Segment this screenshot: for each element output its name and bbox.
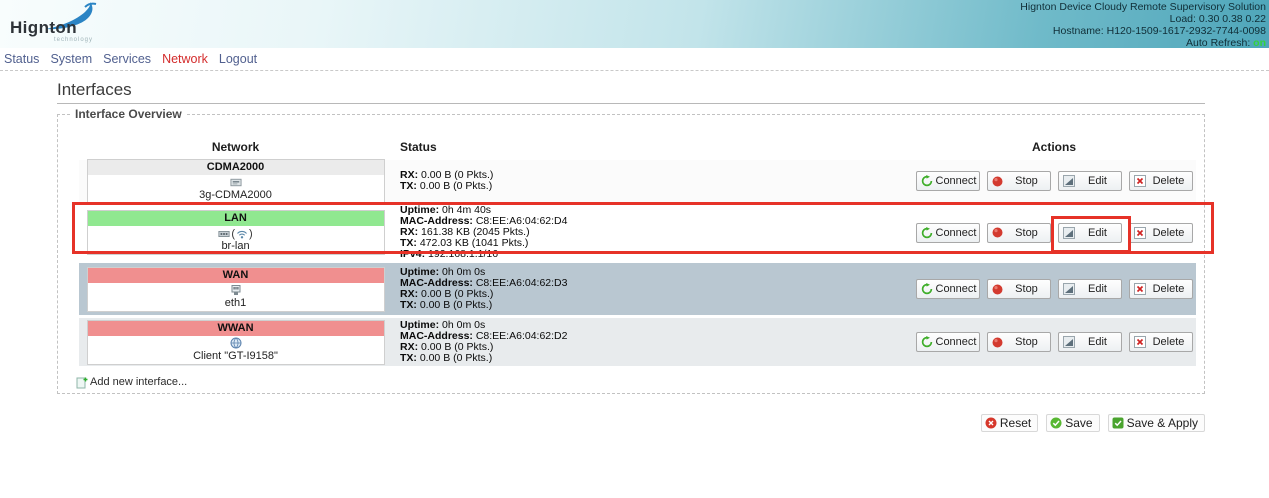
ethernet-port-icon bbox=[230, 284, 242, 296]
edit-button[interactable]: Edit bbox=[1058, 332, 1122, 352]
connect-icon bbox=[921, 336, 933, 348]
column-header-network: Network bbox=[79, 140, 392, 154]
wifi-icon bbox=[236, 228, 248, 240]
connect-button[interactable]: Connect bbox=[916, 223, 980, 243]
status-cell: Uptime: 0h 4m 40s MAC-Address: C8:EE:A6:… bbox=[392, 205, 912, 260]
network-badge: LAN bbox=[88, 211, 384, 226]
network-badge: CDMA2000 bbox=[88, 160, 384, 175]
table-row: WWAN Client "GT-I9158" bbox=[79, 318, 392, 366]
save-apply-button[interactable]: Save & Apply bbox=[1108, 414, 1205, 432]
modem-icon bbox=[230, 176, 242, 188]
stop-icon bbox=[992, 175, 1004, 187]
edit-button[interactable]: Edit bbox=[1058, 223, 1122, 243]
delete-icon bbox=[1134, 283, 1146, 295]
main-nav: Status System Services Network Logout bbox=[0, 48, 1269, 71]
connect-icon bbox=[921, 227, 933, 239]
switch-icon bbox=[218, 228, 230, 240]
edit-button[interactable]: Edit bbox=[1058, 279, 1122, 299]
stop-button[interactable]: Stop bbox=[987, 332, 1051, 352]
network-badge: WWAN bbox=[88, 321, 384, 336]
network-box-wwan: WWAN Client "GT-I9158" bbox=[87, 320, 385, 365]
paren-close: ) bbox=[249, 228, 253, 240]
status-cell: Uptime: 0h 0m 0s MAC-Address: C8:EE:A6:0… bbox=[392, 318, 912, 366]
edit-icon bbox=[1063, 336, 1075, 348]
nav-item-network[interactable]: Network bbox=[162, 52, 208, 66]
status-cell: Uptime: 0h 0m 0s MAC-Address: C8:EE:A6:0… bbox=[392, 263, 912, 315]
reset-button[interactable]: Reset bbox=[981, 414, 1038, 432]
nav-item-system[interactable]: System bbox=[50, 52, 92, 66]
actions-cell: Connect Stop Edit Delete bbox=[912, 263, 1196, 315]
stop-button[interactable]: Stop bbox=[987, 223, 1051, 243]
save-button[interactable]: Save bbox=[1046, 414, 1099, 432]
nav-item-services[interactable]: Services bbox=[103, 52, 151, 66]
delete-button[interactable]: Delete bbox=[1129, 279, 1193, 299]
delete-icon bbox=[1134, 227, 1146, 239]
hostname: Hostname: H120-1509-1617-2932-7744-0098 bbox=[1020, 25, 1266, 37]
add-interface-link[interactable]: Add new interface... bbox=[76, 376, 187, 388]
stop-icon bbox=[992, 227, 1004, 239]
logo: Hignton technology bbox=[10, 2, 120, 48]
interface-name: Client "GT-I9158" bbox=[88, 350, 384, 364]
solution-title: Hignton Device Cloudy Remote Supervisory… bbox=[1020, 1, 1266, 13]
nav-item-status[interactable]: Status bbox=[4, 52, 39, 66]
interface-name: eth1 bbox=[88, 297, 384, 311]
interfaces-table: Network Status Actions CDMA2000 3g-CDMA2… bbox=[79, 137, 1196, 366]
logo-text: Hignton bbox=[10, 18, 77, 38]
edit-button[interactable]: Edit bbox=[1058, 171, 1122, 191]
edit-icon bbox=[1063, 283, 1075, 295]
logo-tagline: technology bbox=[54, 37, 93, 43]
interface-name: 3g-CDMA2000 bbox=[88, 189, 384, 203]
connect-button[interactable]: Connect bbox=[916, 171, 980, 191]
save-apply-icon bbox=[1112, 417, 1124, 429]
header-banner: Hignton technology Hignton Device Cloudy… bbox=[0, 0, 1269, 48]
connect-icon bbox=[921, 175, 933, 187]
wireless-client-icon bbox=[230, 337, 242, 349]
delete-button[interactable]: Delete bbox=[1129, 223, 1193, 243]
network-badge: WAN bbox=[88, 268, 384, 283]
load-average: Load: 0.30 0.38 0.22 bbox=[1020, 13, 1266, 25]
delete-icon bbox=[1134, 175, 1146, 187]
add-interface-icon bbox=[76, 376, 88, 388]
table-row: WAN eth1 bbox=[79, 263, 392, 315]
column-header-status: Status bbox=[392, 140, 912, 154]
connect-button[interactable]: Connect bbox=[916, 279, 980, 299]
actions-cell: Connect Stop Edit Delete bbox=[912, 205, 1196, 260]
page: Hignton technology Hignton Device Cloudy… bbox=[0, 0, 1269, 498]
connect-icon bbox=[921, 283, 933, 295]
interface-name: br-lan bbox=[88, 240, 384, 254]
stop-button[interactable]: Stop bbox=[987, 171, 1051, 191]
network-box-lan: LAN ( ) br-lan bbox=[87, 210, 385, 255]
status-cell: RX: 0.00 B (0 Pkts.) TX: 0.00 B (0 Pkts.… bbox=[392, 160, 912, 202]
stop-icon bbox=[992, 283, 1004, 295]
paren-open: ( bbox=[231, 228, 235, 240]
network-box-cdma2000: CDMA2000 3g-CDMA2000 bbox=[87, 159, 385, 204]
delete-button[interactable]: Delete bbox=[1129, 171, 1193, 191]
page-title: Interfaces bbox=[57, 80, 132, 100]
interface-overview-section: Interface Overview Network Status Action… bbox=[57, 114, 1205, 394]
actions-cell: Connect Stop Edit Delete bbox=[912, 160, 1196, 202]
stop-icon bbox=[992, 336, 1004, 348]
delete-button[interactable]: Delete bbox=[1129, 332, 1193, 352]
network-box-wan: WAN eth1 bbox=[87, 267, 385, 312]
save-icon bbox=[1050, 417, 1062, 429]
delete-icon bbox=[1134, 336, 1146, 348]
title-divider bbox=[57, 103, 1205, 104]
actions-cell: Connect Stop Edit Delete bbox=[912, 318, 1196, 366]
header-info: Hignton Device Cloudy Remote Supervisory… bbox=[1020, 1, 1266, 49]
section-legend: Interface Overview bbox=[70, 107, 187, 121]
edit-icon bbox=[1063, 227, 1075, 239]
reset-icon bbox=[985, 417, 997, 429]
stop-button[interactable]: Stop bbox=[987, 279, 1051, 299]
table-row: CDMA2000 3g-CDMA2000 bbox=[79, 160, 392, 202]
edit-icon bbox=[1063, 175, 1075, 187]
column-header-actions: Actions bbox=[912, 140, 1196, 154]
connect-button[interactable]: Connect bbox=[916, 332, 980, 352]
nav-item-logout[interactable]: Logout bbox=[219, 52, 257, 66]
footer-actions: Reset Save Save & Apply bbox=[981, 414, 1205, 432]
table-row: LAN ( ) br-lan bbox=[79, 205, 392, 260]
